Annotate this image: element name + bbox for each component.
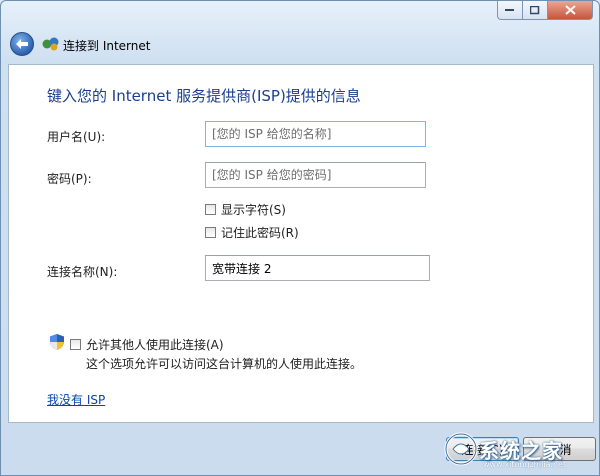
connection-name-label: 连接名称(N): <box>47 265 118 279</box>
minimize-button[interactable] <box>497 1 523 20</box>
remember-password-label: 记住此密码(R) <box>221 226 299 240</box>
back-button[interactable] <box>10 32 34 56</box>
allow-others-option[interactable]: 允许其他人使用此连接(A) <box>70 336 224 353</box>
content-panel: 键入您的 Internet 服务提供商(ISP)提供的信息 用户名(U): 密码… <box>8 64 594 423</box>
close-icon <box>564 5 576 15</box>
show-chars-label: 显示字符(S) <box>221 203 286 217</box>
window-title: 连接到 Internet <box>63 39 151 53</box>
dialog-window: 连接到 Internet 键入您的 Internet 服务提供商(ISP)提供的… <box>0 0 600 476</box>
allow-others-checkbox[interactable] <box>70 339 81 350</box>
allow-others-help-text: 这个选项允许可以访问这台计算机的人使用此连接。 <box>86 357 363 371</box>
close-button[interactable] <box>548 1 593 20</box>
remember-password-checkbox[interactable] <box>205 227 216 238</box>
watermark-logo-icon <box>444 432 478 466</box>
maximize-button[interactable] <box>523 1 548 20</box>
password-label: 密码(P): <box>47 172 92 186</box>
back-arrow-icon <box>16 39 28 49</box>
page-heading: 键入您的 Internet 服务提供商(ISP)提供的信息 <box>47 87 361 105</box>
network-connection-icon <box>42 37 59 51</box>
connection-name-field[interactable] <box>205 255 430 281</box>
allow-others-label: 允许其他人使用此连接(A) <box>86 338 224 352</box>
site-watermark: 系统之家 www.xitongzhijia.net <box>443 429 591 469</box>
show-chars-checkbox[interactable] <box>205 204 216 215</box>
uac-shield-icon <box>50 334 64 350</box>
username-field[interactable] <box>205 121 426 147</box>
show-chars-option[interactable]: 显示字符(S) <box>205 201 286 218</box>
password-field[interactable] <box>205 162 426 188</box>
minimize-icon <box>505 9 514 11</box>
maximize-icon <box>530 5 540 14</box>
username-label: 用户名(U): <box>47 130 106 144</box>
no-isp-link[interactable]: 我没有 ISP <box>47 391 105 408</box>
watermark-url: www.xitongzhijia.net <box>483 460 567 469</box>
window-controls <box>497 1 593 20</box>
remember-password-option[interactable]: 记住此密码(R) <box>205 224 299 241</box>
